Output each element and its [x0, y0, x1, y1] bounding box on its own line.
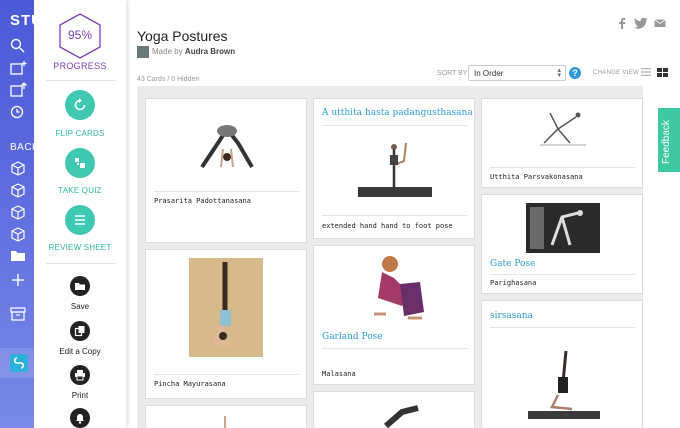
divider [46, 263, 116, 264]
twitter-icon[interactable] [634, 17, 648, 29]
flashcard[interactable]: Gate Pose Parighasana [481, 194, 643, 294]
author-name[interactable]: Audra Brown [185, 47, 235, 56]
feedback-label: Feedback [661, 120, 672, 164]
pose-photo [526, 203, 600, 253]
brand-logo[interactable]: STU [10, 12, 34, 29]
flashcard[interactable] [145, 405, 307, 428]
quiz-icon [75, 158, 85, 168]
page-title: Yoga Postures [137, 28, 228, 44]
pose-illustration [200, 125, 254, 169]
take-quiz-button[interactable] [65, 148, 95, 178]
flashcard[interactable]: Prasarita Padottanasana [145, 98, 307, 243]
folder-icon[interactable] [10, 248, 30, 264]
upload-icon[interactable] [10, 82, 30, 98]
help-button[interactable]: ? [569, 67, 581, 79]
flashcard[interactable]: A utthita hasta padangusthasana extended… [313, 98, 475, 239]
card-heading: Gate Pose [490, 259, 536, 269]
backpack-icon[interactable] [10, 226, 30, 242]
caption-divider [154, 374, 300, 375]
card-caption: Prasarita Padottanasana [154, 197, 251, 205]
print-icon [75, 370, 85, 381]
card-caption: Malasana [322, 370, 356, 378]
made-by-label: Made by [152, 47, 183, 57]
list-icon [75, 215, 85, 225]
save-button[interactable] [70, 276, 90, 296]
card-counts: 43 Cards / 0 Hidden [137, 76, 200, 83]
caption-divider [490, 167, 636, 168]
author-row: Made by Audra Brown [137, 46, 235, 58]
history-icon[interactable] [10, 104, 30, 120]
change-view-label: CHANGE VIEW [593, 70, 639, 76]
pose-illustration [224, 416, 226, 428]
email-icon[interactable] [654, 17, 666, 29]
card-heading: A utthita hasta padangusthasana [322, 108, 473, 118]
facebook-icon[interactable] [618, 17, 626, 29]
edit-copy-label[interactable]: Edit a Copy [34, 347, 126, 356]
create-set-icon[interactable] [10, 60, 30, 76]
save-label[interactable]: Save [34, 302, 126, 311]
list-view-icon[interactable] [641, 68, 651, 76]
flip-cards-button[interactable] [65, 90, 95, 120]
card-heading: sirsasana [490, 311, 533, 321]
feedback-tab[interactable]: Feedback [658, 108, 680, 172]
divider [46, 80, 116, 81]
author-avatar[interactable] [137, 46, 149, 58]
flip-cards-label[interactable]: FLIP CARDS [34, 129, 126, 138]
search-icon[interactable] [10, 38, 30, 54]
pose-illustration [384, 405, 419, 428]
flashcard[interactable] [313, 391, 475, 428]
heading-divider [490, 327, 636, 328]
heading-divider [490, 274, 636, 275]
pose-illustration [374, 256, 424, 320]
left-nav: STU BACK [0, 0, 34, 428]
card-board: Prasarita Padottanasana Pincha Mayurasan… [137, 86, 643, 428]
flashcard[interactable]: Garland Pose Malasana [313, 245, 475, 385]
card-heading: Garland Pose [322, 332, 383, 342]
caption-divider [154, 191, 300, 192]
grid-view-icon[interactable] [657, 68, 668, 77]
print-button[interactable] [70, 365, 90, 385]
pose-photo [189, 258, 263, 357]
notify-button[interactable] [70, 408, 90, 428]
pose-photo [528, 350, 600, 419]
pose-illustration [540, 112, 586, 146]
take-quiz-label[interactable]: TAKE QUIZ [34, 186, 126, 195]
heading-divider [322, 348, 468, 349]
copy-icon [74, 326, 85, 337]
backpack-icon[interactable] [10, 160, 30, 176]
edit-copy-button[interactable] [70, 321, 90, 341]
main-content: Yoga Postures Made by Audra Brown 43 Car… [126, 0, 680, 428]
progress-value: 95% [67, 28, 93, 42]
bell-icon [76, 414, 84, 424]
add-icon[interactable] [10, 272, 30, 288]
review-sheet-button[interactable] [65, 205, 95, 235]
study-panel: 95% PROGRESS FLIP CARDS TAKE QUIZ REVIEW… [34, 0, 126, 428]
sort-by-label: SORT BY [437, 70, 468, 77]
flashcard[interactable]: sirsasana [481, 300, 643, 428]
progress-label[interactable]: PROGRESS [34, 61, 126, 71]
pose-photo [358, 142, 432, 197]
review-sheet-label[interactable]: REVIEW SHEET [34, 243, 126, 252]
print-label[interactable]: Print [34, 391, 126, 400]
refresh-icon [74, 98, 86, 111]
card-caption: Pincha Mayurasana [154, 380, 226, 388]
card-caption: Parighasana [490, 279, 537, 287]
flashcard[interactable]: Pincha Mayurasana [145, 249, 307, 399]
card-caption: Utthita Parsvakonasana [490, 173, 583, 181]
select-arrows-icon: ▴ ▾ [557, 67, 561, 79]
heading-divider [322, 125, 468, 126]
folder-save-icon [75, 283, 85, 290]
flashcard[interactable]: Utthita Parsvakonasana [481, 98, 643, 188]
backpack-icon[interactable] [10, 182, 30, 198]
backpack-section-label: BACK [10, 142, 34, 153]
card-caption: extended hand hand to foot pose [322, 222, 453, 230]
backpack-icon[interactable] [10, 204, 30, 220]
app: STU BACK [0, 0, 680, 428]
brainscape-icon[interactable] [10, 354, 28, 372]
caption-divider [322, 215, 468, 216]
archive-icon[interactable] [10, 306, 30, 322]
sort-select-value: In Order [474, 69, 504, 78]
sort-select[interactable]: In Order ▴ ▾ [468, 65, 566, 81]
